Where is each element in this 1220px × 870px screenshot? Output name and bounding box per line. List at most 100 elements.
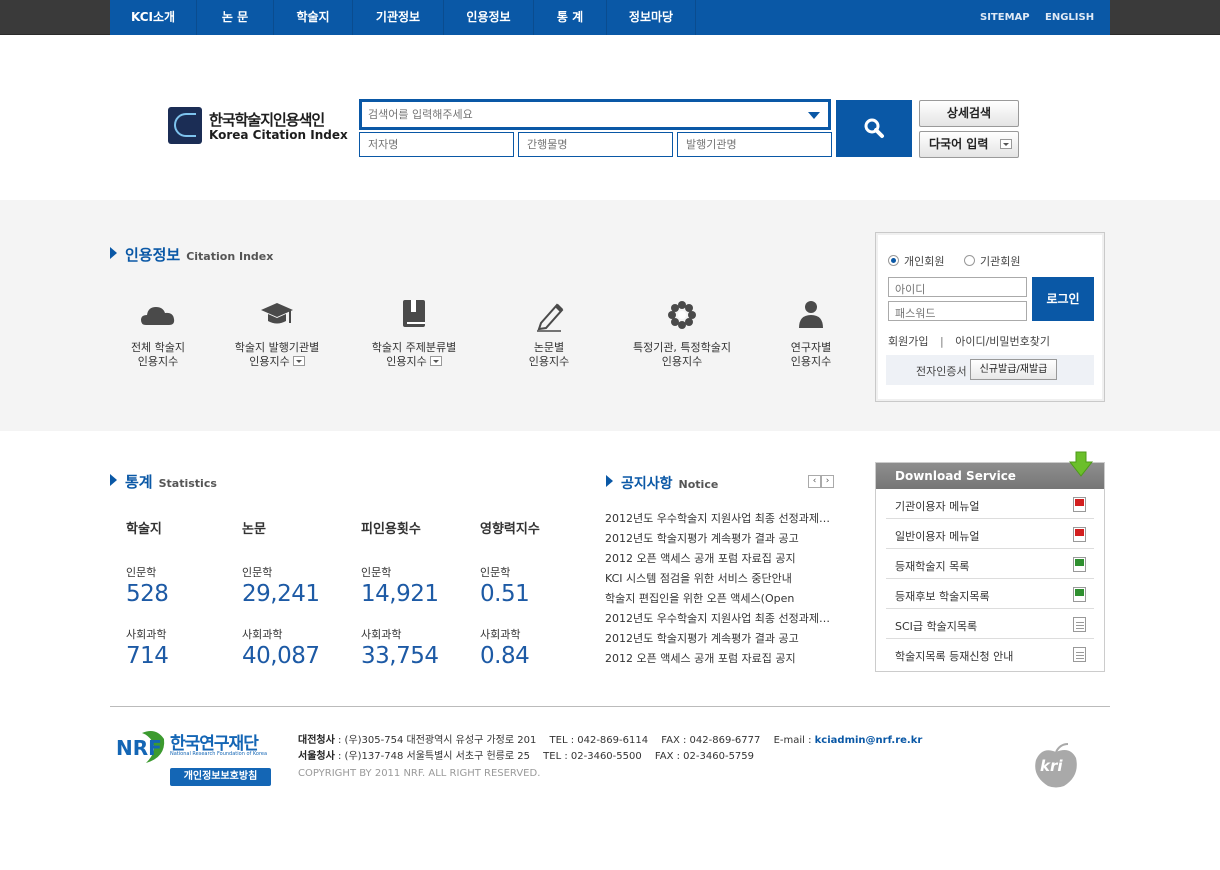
author-field-wrap: [359, 132, 514, 157]
nav-item-institutions[interactable]: 기관정보: [353, 0, 444, 35]
download-item-label: 일반이용자 메뉴얼: [895, 530, 980, 543]
notice-item[interactable]: 2012년도 학술지평가 계속평가 결과 공고: [605, 531, 845, 551]
svg-text:NRF: NRF: [116, 736, 162, 760]
pdf-file-icon: [1073, 497, 1086, 512]
graduation-cap-icon: [257, 295, 297, 335]
cloud-icon: [138, 295, 178, 335]
radio-institution-member[interactable]: 기관회원: [964, 253, 1020, 269]
excel-file-icon: [1073, 587, 1086, 602]
kri-logo-text: kri: [1040, 757, 1063, 775]
privacy-policy-button[interactable]: 개인정보보호방침: [170, 768, 271, 786]
stat-sublabel: 인문학: [361, 566, 392, 579]
citation-item-by-institution[interactable]: 특정기관, 특정학술지 인용지수: [628, 295, 736, 369]
notice-item[interactable]: 2012년도 우수학술지 지원사업 최종 선정과제…: [605, 511, 845, 531]
journal-field[interactable]: [519, 133, 672, 156]
citation-item-label: 논문별: [533, 341, 565, 354]
citation-item-by-publisher[interactable]: 학술지 발행기관별 인용지수: [232, 295, 322, 369]
id-field-wrap: [888, 277, 1027, 299]
stat-value: 714: [126, 643, 169, 669]
stat-value: 29,241: [242, 581, 320, 607]
footer-seoul-row: 서울청사 : (우)137-748 서울특별시 서초구 헌릉로 25 TEL :…: [298, 749, 922, 765]
nav-item-journals[interactable]: 학술지: [274, 0, 353, 35]
publisher-field[interactable]: [678, 133, 831, 156]
download-item[interactable]: 학술지목록 등재신청 안내: [886, 639, 1094, 669]
join-link[interactable]: 회원가입: [888, 335, 928, 348]
download-item-label: 등재후보 학술지목록: [895, 590, 990, 603]
citation-item-label: 학술지 발행기관별: [234, 341, 320, 354]
download-item[interactable]: 등재후보 학술지목록: [886, 579, 1094, 609]
certificate-issue-button[interactable]: 신규발급/재발급: [970, 359, 1057, 380]
citation-item-by-paper[interactable]: 논문별 인용지수: [525, 295, 573, 369]
advanced-search-button[interactable]: 상세검색: [919, 100, 1019, 127]
chevron-down-icon[interactable]: [808, 112, 820, 119]
notice-title-en: Notice: [678, 478, 719, 491]
login-button[interactable]: 로그인: [1032, 277, 1094, 321]
citation-item-label: 특정기관, 특정학술지: [632, 341, 732, 354]
stat-sublabel: 사회과학: [126, 628, 167, 641]
password-field-wrap: [888, 301, 1027, 323]
citation-item-label-wrap: 인용지수: [368, 355, 460, 369]
notice-item[interactable]: KCI 시스템 점검을 위한 서비스 중단안내: [605, 571, 845, 591]
chevron-down-icon[interactable]: [292, 356, 305, 366]
sitemap-link[interactable]: SITEMAP: [980, 0, 1030, 35]
stat-value: 40,087: [242, 643, 320, 669]
notice-item[interactable]: 2012년도 학술지평가 계속평가 결과 공고: [605, 631, 845, 651]
radio-personal-member[interactable]: 개인회원: [888, 253, 944, 269]
citation-item-by-subject[interactable]: 학술지 주제분류별 인용지수: [368, 295, 460, 369]
nav-item-info[interactable]: 정보마당: [607, 0, 696, 35]
email-label: E-mail :: [773, 735, 815, 746]
radio-institution-label: 기관회원: [980, 255, 1021, 268]
multilang-input-label: 다국어 입력: [929, 137, 989, 151]
citation-item-label: 연구자별: [790, 341, 832, 354]
citation-item-label: 인용지수: [790, 355, 832, 368]
nav-item-citation[interactable]: 인용정보: [444, 0, 534, 35]
nav-item-kci-intro[interactable]: KCI소개: [110, 0, 197, 35]
nav-item-statistics[interactable]: 통 계: [534, 0, 607, 35]
download-item[interactable]: 일반이용자 메뉴얼: [886, 519, 1094, 549]
chevron-down-icon[interactable]: [429, 356, 442, 366]
daejeon-fax: FAX : 042-869-6777: [661, 735, 761, 746]
notice-item[interactable]: 2012년도 우수학술지 지원사업 최종 선정과제…: [605, 611, 845, 631]
citation-item-label: 인용지수: [528, 355, 570, 368]
download-item-label: 등재학술지 목록: [895, 560, 970, 573]
pen-icon: [529, 295, 569, 335]
pdf-file-icon: [1073, 527, 1086, 542]
password-field[interactable]: [889, 304, 1026, 323]
id-field[interactable]: [889, 280, 1026, 299]
download-item[interactable]: 등재학술지 목록: [886, 549, 1094, 579]
citation-item-label: 인용지수: [137, 355, 179, 368]
download-item[interactable]: SCI급 학술지목록: [886, 609, 1094, 639]
notice-next-button[interactable]: ›: [821, 475, 834, 488]
find-account-link[interactable]: 아이디/비밀번호찾기: [955, 335, 1050, 348]
stat-heading: 논문: [242, 522, 266, 537]
stat-sublabel: 사회과학: [480, 628, 521, 641]
search-icon: [864, 118, 884, 138]
book-icon: [394, 295, 434, 335]
document-file-icon: [1073, 647, 1086, 662]
email-link[interactable]: kciadmin@nrf.re.kr: [815, 735, 923, 746]
daejeon-label: 대전청사: [298, 735, 335, 746]
notice-item[interactable]: 2012 오픈 액세스 공개 포럼 자료집 공지: [605, 551, 845, 571]
citation-item-all-journals[interactable]: 전체 학술지 인용지수: [127, 295, 189, 369]
citation-item-label: 학술지 주제분류별: [371, 341, 457, 354]
citation-item-by-researcher[interactable]: 연구자별 인용지수: [787, 295, 835, 369]
author-field[interactable]: [360, 133, 513, 156]
multilang-input-button[interactable]: 다국어 입력: [919, 131, 1019, 158]
footer-divider: [110, 706, 1110, 707]
footer-daejeon-row: 대전청사 : (우)305-754 대전광역시 유성구 가정로 201 TEL …: [298, 733, 922, 749]
notice-item[interactable]: 2012 오픈 액세스 공개 포럼 자료집 공지: [605, 651, 845, 671]
search-input[interactable]: [362, 102, 802, 127]
download-item[interactable]: 기관이용자 메뉴얼: [886, 489, 1094, 519]
main-nav: KCI소개 논 문 학술지 기관정보 인용정보 통 계 정보마당 SITEMAP…: [110, 0, 1110, 35]
journal-field-wrap: [518, 132, 673, 157]
statistics-section-title: 통계 Statistics: [110, 471, 217, 492]
notice-prev-button[interactable]: ‹: [808, 475, 821, 488]
notice-item[interactable]: 학술지 편집인을 위한 오픈 액세스(Open: [605, 591, 845, 611]
search-button[interactable]: [836, 100, 912, 157]
nav-item-papers[interactable]: 논 문: [197, 0, 274, 35]
english-link[interactable]: ENGLISH: [1045, 0, 1094, 35]
kci-logo[interactable]: 한국학술지인용색인 Korea Citation Index: [168, 106, 348, 146]
stat-value: 0.84: [480, 643, 530, 669]
copyright: COPYRIGHT BY 2011 NRF. ALL RIGHT RESERVE…: [298, 768, 541, 779]
seoul-label: 서울청사: [298, 751, 335, 762]
